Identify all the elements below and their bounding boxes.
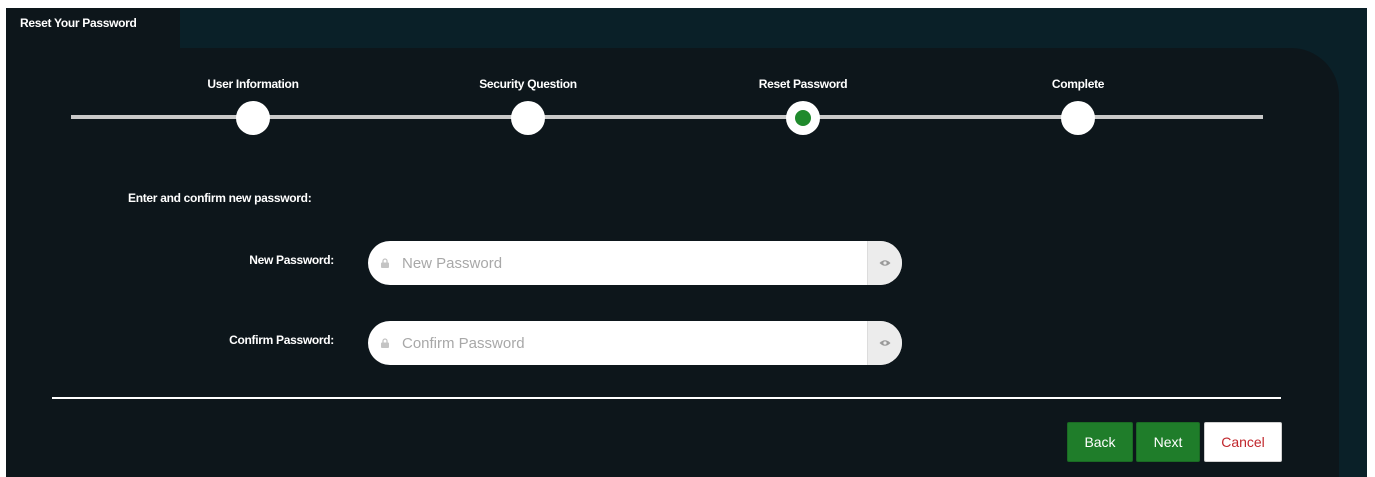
next-button[interactable]: Next [1136,422,1200,462]
step-dot-user-information [236,101,270,135]
form-instructions: Enter and confirm new password: [128,191,312,205]
confirm-password-input[interactable] [402,321,862,365]
toggle-confirm-password-visibility[interactable] [867,321,902,365]
new-password-input[interactable] [402,241,862,285]
eye-icon [879,260,891,266]
reset-password-window: Reset Your Password User Information Sec… [6,8,1367,477]
new-password-field [368,241,902,285]
wizard-progress: User Information Security Question Reset… [6,8,1367,148]
step-dot-complete [1061,101,1095,135]
eye-icon [879,340,891,346]
lock-icon [381,338,389,348]
form-divider [52,397,1281,399]
back-button[interactable]: Back [1067,422,1133,462]
step-label-complete: Complete [1051,77,1105,91]
toggle-new-password-visibility[interactable] [867,241,902,285]
step-dot-reset-password [786,101,820,135]
confirm-password-field [368,321,902,365]
cancel-button[interactable]: Cancel [1204,422,1282,462]
confirm-password-label: Confirm Password: [229,333,334,347]
lock-icon [381,258,389,268]
step-dot-security-question [511,101,545,135]
new-password-label: New Password: [249,253,334,267]
step-label-reset-password: Reset Password [758,77,848,91]
step-label-security-question: Security Question [479,77,577,91]
step-label-user-information: User Information [207,77,299,91]
